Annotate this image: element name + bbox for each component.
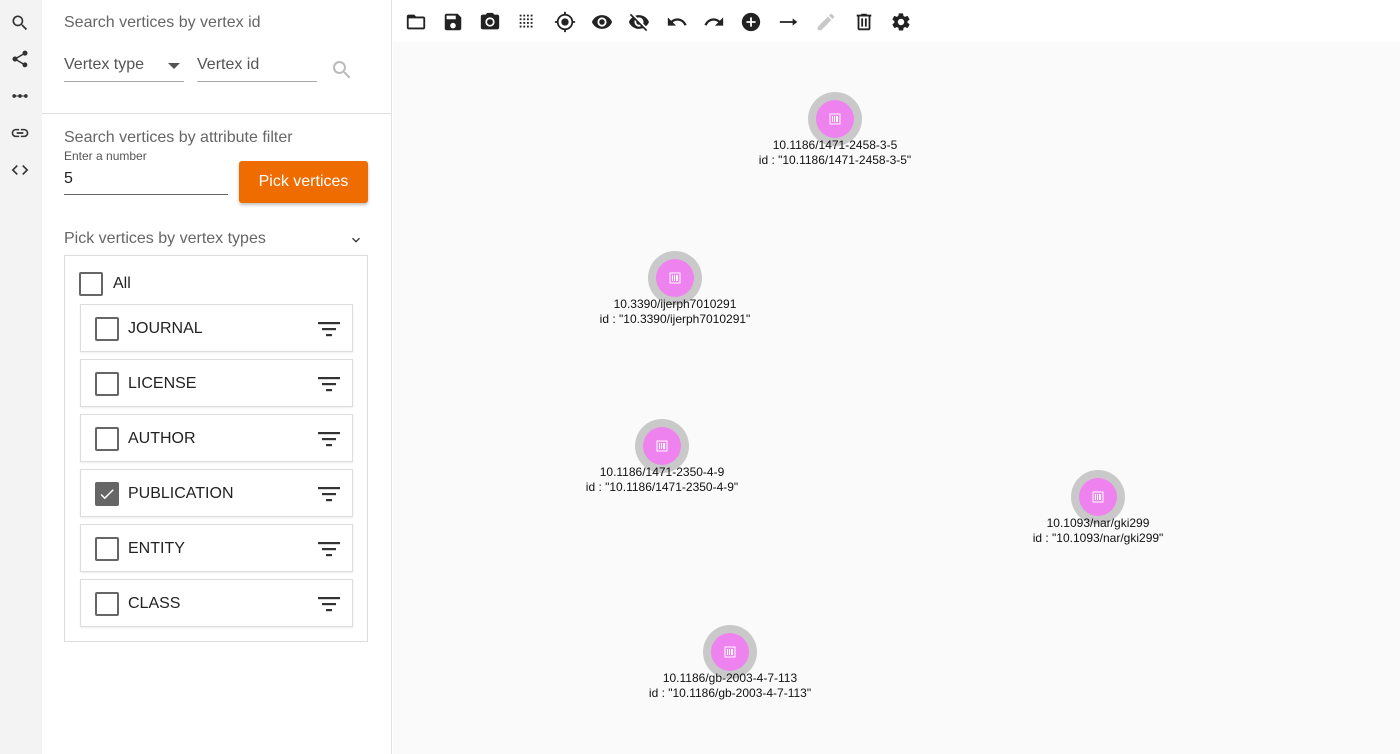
grid-icon[interactable]	[515, 10, 539, 34]
delete-icon[interactable]	[852, 10, 876, 34]
undo-icon[interactable]	[665, 10, 689, 34]
link-icon[interactable]	[8, 121, 32, 145]
section-divider	[42, 113, 392, 114]
add-vertex-icon[interactable]	[739, 10, 763, 34]
settings-icon[interactable]	[889, 10, 913, 34]
vertex-label: 10.1093/nar/gki299 id : "10.1093/nar/gki…	[968, 516, 1228, 546]
publication-checkbox[interactable]	[95, 482, 119, 506]
add-edge-icon[interactable]	[777, 10, 801, 34]
filter-icon[interactable]	[318, 594, 340, 614]
redo-icon[interactable]	[702, 10, 726, 34]
type-label: AUTHOR	[128, 430, 196, 447]
vertex-label: 10.1186/1471-2458-3-5 id : "10.1186/1471…	[705, 138, 965, 168]
publication-icon	[1079, 478, 1117, 516]
vertex-name: 10.1186/gb-2003-4-7-113	[662, 671, 798, 685]
vertex-id: id : "10.1186/1471-2458-3-5"	[758, 153, 912, 167]
graph-canvas[interactable]: 10.1186/1471-2458-3-5 id : "10.1186/1471…	[393, 42, 1400, 754]
search-vertex-button[interactable]	[330, 58, 356, 84]
number-input[interactable]: 5	[64, 165, 228, 195]
all-checkbox[interactable]	[79, 272, 103, 296]
type-label: LICENSE	[128, 375, 197, 392]
vertex-name: 10.1186/1471-2350-4-9	[599, 465, 725, 479]
camera-icon[interactable]	[478, 10, 502, 34]
attribute-filter-title: Search vertices by attribute filter	[64, 129, 293, 146]
type-label: PUBLICATION	[128, 485, 234, 502]
vertex-types-header[interactable]: Pick vertices by vertex types	[64, 230, 364, 252]
vertex-id: id : "10.1186/1471-2350-4-9"	[585, 480, 739, 494]
vertex-id: id : "10.1093/nar/gki299"	[1032, 531, 1164, 545]
check-icon	[100, 489, 114, 500]
vertex-type-select[interactable]: Vertex type	[64, 52, 184, 82]
code-icon[interactable]	[8, 158, 32, 182]
save-icon[interactable]	[441, 10, 465, 34]
vertex-label: 10.1186/1471-2350-4-9 id : "10.1186/1471…	[532, 465, 792, 495]
publication-icon	[711, 633, 749, 671]
filter-icon[interactable]	[318, 429, 340, 449]
pick-vertices-button[interactable]: Pick vertices	[239, 161, 368, 203]
locate-icon[interactable]	[553, 10, 577, 34]
all-types-checkbox-row[interactable]: All	[79, 272, 131, 296]
vertex-name: 10.3390/ijerph7010291	[613, 297, 737, 311]
filter-icon[interactable]	[318, 484, 340, 504]
all-label: All	[113, 275, 131, 292]
side-nav-rail	[0, 0, 42, 754]
folder-open-icon[interactable]	[404, 10, 428, 34]
type-row-license: LICENSE	[80, 359, 353, 407]
hide-icon[interactable]	[627, 10, 651, 34]
edit-icon[interactable]	[814, 10, 838, 34]
number-input-label: Enter a number	[64, 149, 147, 163]
entity-checkbox[interactable]	[95, 537, 119, 561]
type-label: ENTITY	[128, 540, 185, 557]
class-checkbox[interactable]	[95, 592, 119, 616]
license-checkbox[interactable]	[95, 372, 119, 396]
vertex-id: id : "10.1186/gb-2003-4-7-113"	[648, 686, 812, 700]
author-checkbox[interactable]	[95, 427, 119, 451]
number-input-value: 5	[64, 170, 73, 187]
vertex-id: id : "10.3390/ijerph7010291"	[599, 312, 751, 326]
vertex-id-input[interactable]: Vertex id	[197, 52, 317, 82]
type-row-class: CLASS	[80, 579, 353, 627]
journal-checkbox[interactable]	[95, 317, 119, 341]
type-row-entity: ENTITY	[80, 524, 353, 572]
filter-icon[interactable]	[318, 539, 340, 559]
publication-icon	[816, 100, 854, 138]
search-icon[interactable]	[8, 11, 32, 35]
vertex-types-title: Pick vertices by vertex types	[64, 230, 266, 247]
vertex-id-placeholder: Vertex id	[197, 56, 260, 73]
type-row-author: AUTHOR	[80, 414, 353, 462]
vertex-types-list: All JOURNAL LICENSE AUTHOR PUBLICATION E…	[64, 255, 368, 642]
chevron-down-icon[interactable]	[348, 232, 364, 248]
more-horiz-icon[interactable]	[8, 84, 32, 108]
dropdown-arrow-icon	[168, 63, 180, 69]
share-icon[interactable]	[8, 47, 32, 71]
graph-toolbar	[393, 0, 1400, 42]
type-label: CLASS	[128, 595, 181, 612]
show-icon[interactable]	[590, 10, 614, 34]
type-label: JOURNAL	[128, 320, 203, 337]
filter-icon[interactable]	[318, 374, 340, 394]
vertex-name: 10.1186/1471-2458-3-5	[772, 138, 898, 152]
search-by-id-title: Search vertices by vertex id	[64, 14, 261, 31]
publication-icon	[643, 427, 681, 465]
search-icon	[332, 61, 351, 79]
publication-icon	[656, 259, 694, 297]
type-row-journal: JOURNAL	[80, 304, 353, 352]
vertex-label: 10.3390/ijerph7010291 id : "10.3390/ijer…	[545, 297, 805, 327]
vertex-label: 10.1186/gb-2003-4-7-113 id : "10.1186/gb…	[600, 671, 860, 701]
vertex-name: 10.1093/nar/gki299	[1046, 516, 1150, 530]
vertex-type-label: Vertex type	[64, 56, 145, 73]
type-row-publication: PUBLICATION	[80, 469, 353, 517]
search-panel: Search vertices by vertex id Vertex type…	[42, 0, 392, 754]
filter-icon[interactable]	[318, 319, 340, 339]
